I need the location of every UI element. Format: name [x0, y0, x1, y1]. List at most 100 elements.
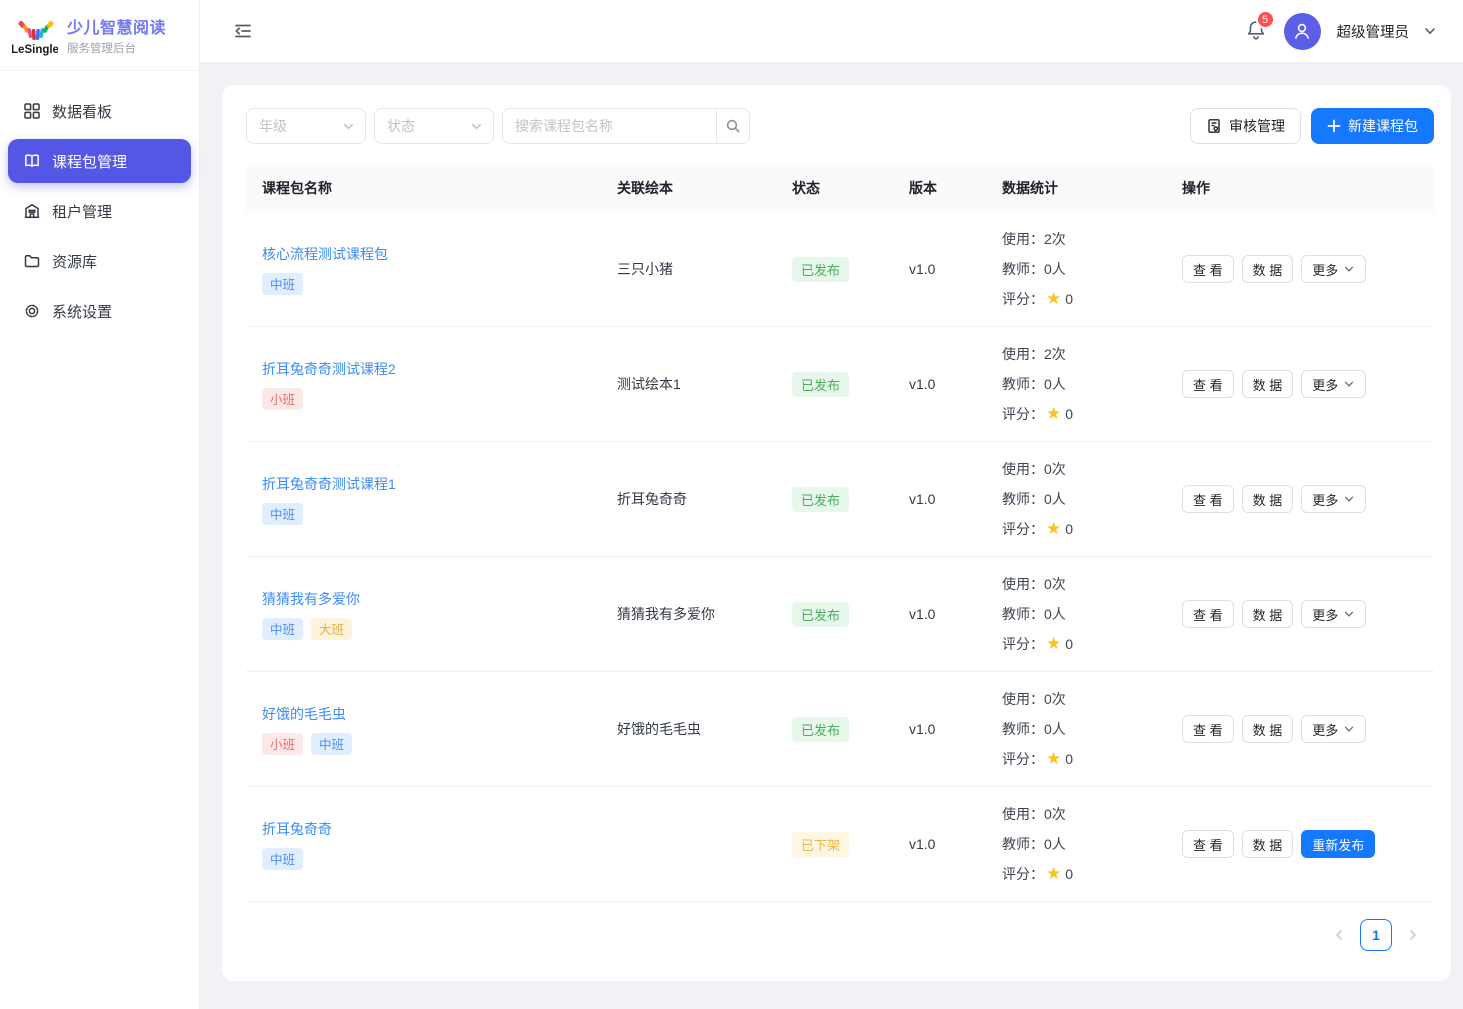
more-button[interactable]: 更多	[1301, 255, 1366, 283]
view-button[interactable]: 查 看	[1182, 715, 1234, 743]
more-button[interactable]: 更多	[1301, 600, 1366, 628]
rating-value: 0	[1065, 514, 1073, 544]
star-icon: ★	[1046, 284, 1061, 314]
course-packages-card: 年级 状态	[222, 85, 1451, 981]
notifications-button[interactable]: 5	[1244, 18, 1270, 44]
package-name-link[interactable]: 核心流程测试课程包	[262, 244, 388, 264]
chevron-right-icon	[1406, 928, 1420, 942]
status-select[interactable]: 状态	[374, 108, 494, 144]
package-name-link[interactable]: 折耳兔奇奇	[262, 819, 332, 839]
more-button[interactable]: 更多	[1301, 485, 1366, 513]
usage-value: 0次	[1044, 684, 1066, 714]
chevron-down-icon	[1343, 493, 1355, 505]
sidebar-item-course-packages[interactable]: 课程包管理	[8, 139, 191, 183]
more-button-label: 更多	[1312, 490, 1338, 509]
view-button[interactable]: 查 看	[1182, 485, 1234, 513]
user-menu-button[interactable]	[1423, 24, 1437, 38]
data-button[interactable]: 数 据	[1242, 715, 1294, 743]
usage-value: 2次	[1044, 224, 1066, 254]
search-box	[502, 108, 750, 144]
table-row: 折耳兔奇奇测试课程1 中班 折耳兔奇奇 已发布 v1.0 使用：0次 教师：0人…	[246, 442, 1434, 557]
book-icon	[23, 152, 41, 170]
status-select-placeholder: 状态	[387, 116, 415, 136]
column-header-version: 版本	[893, 178, 986, 198]
book-name: 猜猜我有多爱你	[617, 606, 715, 622]
more-button[interactable]: 更多	[1301, 370, 1366, 398]
grade-tag: 小班	[262, 733, 303, 755]
usage-value: 0次	[1044, 454, 1066, 484]
chevron-down-icon	[1423, 24, 1437, 38]
dashboard-icon	[23, 102, 41, 120]
grade-select-placeholder: 年级	[259, 116, 287, 136]
logo-wordmark: LeSingle	[12, 44, 58, 56]
sidebar-collapse-button[interactable]	[233, 21, 253, 41]
grade-tag: 中班	[262, 618, 303, 640]
data-button[interactable]: 数 据	[1242, 485, 1294, 513]
grade-tag: 中班	[262, 848, 303, 870]
table-header: 课程包名称 关联绘本 状态 版本 数据统计 操作	[246, 164, 1434, 212]
usage-value: 0次	[1044, 569, 1066, 599]
audit-management-button[interactable]: 审核管理	[1190, 108, 1301, 144]
teacher-value: 0人	[1044, 599, 1066, 629]
column-header-actions: 操作	[1166, 178, 1434, 198]
usage-label: 使用：	[1002, 799, 1044, 829]
book-name: 测试绘本1	[617, 376, 681, 392]
view-button[interactable]: 查 看	[1182, 600, 1234, 628]
prev-page-button[interactable]	[1332, 928, 1346, 942]
topbar: 5 超级管理员	[200, 0, 1463, 63]
package-name-link[interactable]: 好饿的毛毛虫	[262, 704, 346, 724]
data-button[interactable]: 数 据	[1242, 830, 1294, 858]
version-text: v1.0	[909, 261, 935, 277]
rating-label: 评分：	[1002, 399, 1044, 429]
more-button-label: 更多	[1312, 375, 1338, 394]
data-button[interactable]: 数 据	[1242, 255, 1294, 283]
rating-value: 0	[1065, 399, 1073, 429]
rating-label: 评分：	[1002, 744, 1044, 774]
usage-label: 使用：	[1002, 224, 1044, 254]
grade-select[interactable]: 年级	[246, 108, 366, 144]
view-button[interactable]: 查 看	[1182, 370, 1234, 398]
search-button[interactable]	[716, 108, 750, 144]
column-header-stats: 数据统计	[986, 178, 1166, 198]
lesingle-logo-icon: LeSingle	[12, 12, 58, 58]
rating-label: 评分：	[1002, 514, 1044, 544]
more-button-label: 更多	[1312, 260, 1338, 279]
teacher-value: 0人	[1044, 829, 1066, 859]
version-text: v1.0	[909, 606, 935, 622]
rating-label: 评分：	[1002, 284, 1044, 314]
view-button[interactable]: 查 看	[1182, 830, 1234, 858]
brand-logo: LeSingle 少儿智慧阅读 服务管理后台	[0, 0, 199, 71]
sidebar-item-tenants[interactable]: 租户管理	[8, 189, 191, 233]
chevron-down-icon	[1343, 723, 1355, 735]
grade-tag: 小班	[262, 388, 303, 410]
rating-value: 0	[1065, 284, 1073, 314]
data-button[interactable]: 数 据	[1242, 600, 1294, 628]
table-row: 折耳兔奇奇测试课程2 小班 测试绘本1 已发布 v1.0 使用：2次 教师：0人…	[246, 327, 1434, 442]
view-button[interactable]: 查 看	[1182, 255, 1234, 283]
package-name-link[interactable]: 猜猜我有多爱你	[262, 589, 360, 609]
main-content: 年级 状态	[200, 63, 1463, 1009]
status-badge: 已发布	[792, 717, 849, 742]
package-name-link[interactable]: 折耳兔奇奇测试课程1	[262, 474, 396, 494]
more-button[interactable]: 更多	[1301, 715, 1366, 743]
create-package-button[interactable]: 新建课程包	[1311, 108, 1434, 144]
next-page-button[interactable]	[1406, 928, 1420, 942]
star-icon: ★	[1046, 399, 1061, 429]
package-name-link[interactable]: 折耳兔奇奇测试课程2	[262, 359, 396, 379]
teacher-value: 0人	[1044, 369, 1066, 399]
search-input[interactable]	[502, 108, 716, 144]
sidebar-item-resources[interactable]: 资源库	[8, 239, 191, 283]
star-icon: ★	[1046, 744, 1061, 774]
avatar[interactable]	[1284, 13, 1321, 50]
plus-icon	[1327, 119, 1341, 133]
chevron-down-icon	[342, 120, 355, 133]
star-icon: ★	[1046, 859, 1061, 889]
republish-button[interactable]: 重新发布	[1301, 830, 1375, 858]
star-icon: ★	[1046, 514, 1061, 544]
page-1-button[interactable]: 1	[1360, 919, 1392, 951]
sidebar-item-settings[interactable]: 系统设置	[8, 289, 191, 333]
version-text: v1.0	[909, 491, 935, 507]
teacher-label: 教师：	[1002, 369, 1044, 399]
data-button[interactable]: 数 据	[1242, 370, 1294, 398]
sidebar-item-dashboard[interactable]: 数据看板	[8, 89, 191, 133]
